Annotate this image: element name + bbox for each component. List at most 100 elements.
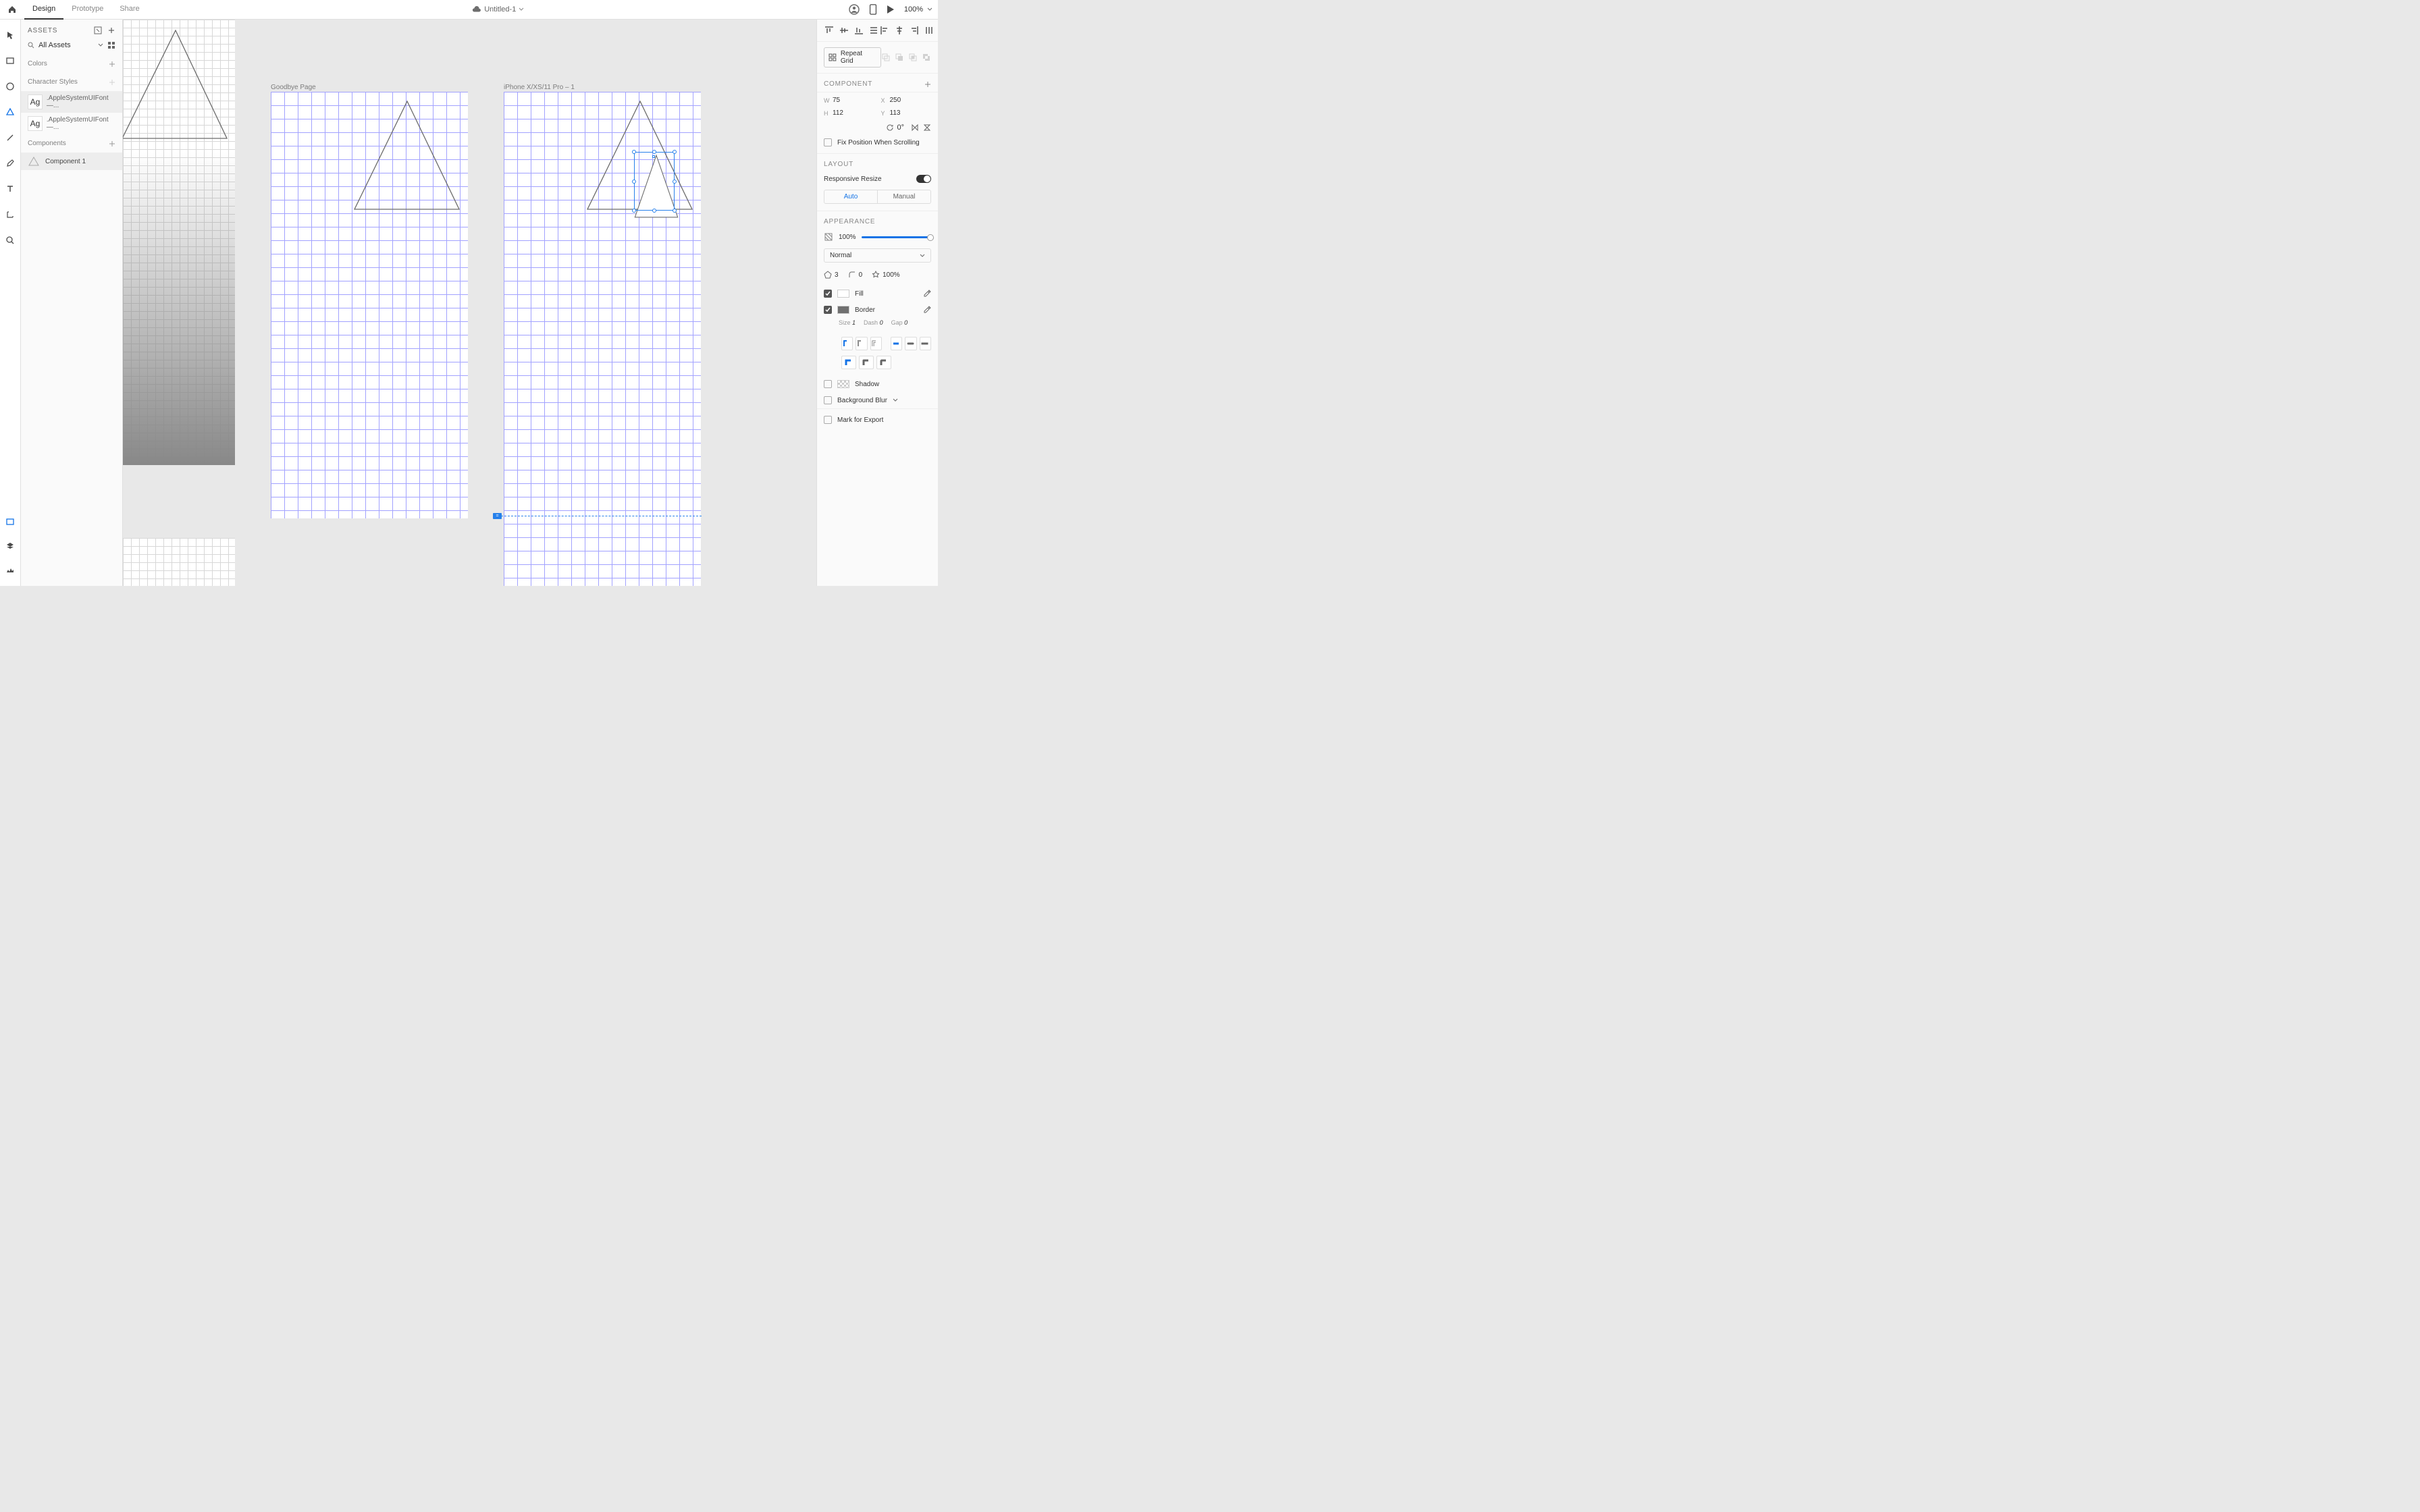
pen-tool[interactable] [3, 156, 18, 171]
border-swatch[interactable] [837, 306, 849, 314]
repeat-grid-button[interactable]: Repeat Grid [824, 47, 881, 68]
shadow-swatch[interactable] [837, 380, 849, 388]
assets-filter-dropdown[interactable]: All Assets [38, 41, 103, 49]
selection-handle[interactable] [652, 150, 656, 154]
plus-icon[interactable] [109, 79, 115, 86]
zoom-control[interactable]: 100% [904, 5, 932, 14]
selection-box[interactable] [634, 152, 675, 211]
home-icon[interactable] [5, 3, 19, 16]
opacity-slider[interactable] [862, 236, 931, 238]
eyedropper-icon[interactable] [923, 306, 931, 314]
character-style-item[interactable]: Ag .AppleSystemUIFont —... [21, 113, 122, 134]
tab-design[interactable]: Design [24, 0, 63, 20]
plus-icon[interactable] [924, 81, 931, 88]
selection-handle[interactable] [632, 180, 636, 184]
artboard-label[interactable]: iPhone X/XS/11 Pro – 1 [504, 84, 575, 91]
document-title[interactable]: Untitled-1 [148, 5, 849, 14]
eyedropper-icon[interactable] [923, 290, 931, 298]
select-tool[interactable] [3, 28, 18, 43]
stroke-outer-icon[interactable] [870, 337, 882, 350]
blend-mode-dropdown[interactable]: Normal [824, 248, 931, 263]
artboard-goodbye[interactable] [271, 92, 468, 518]
cap-round-icon[interactable] [905, 337, 916, 350]
triangle-shape[interactable] [271, 92, 468, 227]
flip-v-icon[interactable] [923, 124, 931, 132]
bool-union-icon[interactable] [881, 53, 891, 62]
align-right-icon[interactable] [909, 25, 920, 36]
bool-exclude-icon[interactable] [922, 53, 931, 62]
star-ratio-field[interactable]: 100% [872, 271, 900, 279]
distribute-v-icon[interactable] [868, 25, 879, 36]
distribute-h-icon[interactable] [924, 25, 935, 36]
assets-title: ASSETS [28, 27, 57, 34]
component-item[interactable]: Component 1 [21, 153, 122, 170]
line-tool[interactable] [3, 130, 18, 145]
text-tool[interactable] [3, 182, 18, 196]
bool-subtract-icon[interactable] [895, 53, 904, 62]
artboard-tool[interactable] [3, 207, 18, 222]
flip-h-icon[interactable] [911, 124, 919, 132]
selection-handle[interactable] [673, 209, 677, 213]
avatar-icon[interactable] [849, 4, 860, 15]
plus-icon[interactable] [107, 26, 115, 34]
shadow-checkbox[interactable] [824, 380, 832, 388]
join-bevel-icon[interactable] [876, 356, 891, 369]
rotation-field[interactable]: 0° [886, 124, 904, 132]
polygon-sides-field[interactable]: 3 [824, 271, 839, 279]
export-checkbox[interactable] [824, 416, 832, 424]
fix-position-checkbox[interactable] [824, 138, 832, 146]
selection-handle[interactable] [673, 150, 677, 154]
align-left-icon[interactable] [879, 25, 890, 36]
artboard-label[interactable]: Goodbye Page [271, 84, 316, 91]
rectangle-tool[interactable] [3, 53, 18, 68]
responsive-toggle[interactable] [916, 175, 931, 183]
tab-share[interactable]: Share [111, 0, 147, 20]
width-field[interactable]: W75 [824, 97, 874, 104]
device-icon[interactable] [869, 4, 877, 15]
fill-swatch[interactable] [837, 290, 849, 298]
zoom-tool[interactable] [3, 233, 18, 248]
bool-intersect-icon[interactable] [908, 53, 918, 62]
cap-square-icon[interactable] [920, 337, 931, 350]
height-field[interactable]: H112 [824, 109, 874, 117]
ellipse-tool[interactable] [3, 79, 18, 94]
align-hcenter-icon[interactable] [894, 25, 905, 36]
canvas[interactable]: Goodbye Page iPhone X/XS/11 Pro – 1 = [123, 20, 816, 586]
plus-icon[interactable] [109, 140, 115, 147]
assets-panel-icon[interactable] [3, 514, 18, 529]
plugins-panel-icon[interactable] [3, 563, 18, 578]
stroke-inner-icon[interactable] [841, 337, 853, 350]
selection-handle[interactable] [652, 209, 656, 213]
join-miter-icon[interactable] [841, 356, 856, 369]
fill-checkbox[interactable] [824, 290, 832, 298]
layers-panel-icon[interactable] [3, 539, 18, 554]
layout-manual-tab[interactable]: Manual [877, 190, 930, 203]
stroke-center-icon[interactable] [856, 337, 867, 350]
align-bottom-icon[interactable] [853, 25, 864, 36]
layout-auto-tab[interactable]: Auto [824, 190, 877, 203]
y-field[interactable]: Y113 [881, 109, 932, 117]
tab-prototype[interactable]: Prototype [63, 0, 111, 20]
align-top-icon[interactable] [824, 25, 835, 36]
x-field[interactable]: X250 [881, 97, 932, 104]
component-title: COMPONENT [824, 80, 872, 88]
selection-handle[interactable] [632, 209, 636, 213]
triangle-shape[interactable] [123, 20, 235, 141]
align-vcenter-icon[interactable] [839, 25, 849, 36]
cap-butt-icon[interactable] [891, 337, 902, 350]
play-icon[interactable] [887, 5, 895, 14]
selection-center[interactable] [652, 155, 655, 158]
corner-radius-field[interactable]: 0 [848, 271, 863, 279]
selection-handle[interactable] [632, 150, 636, 154]
border-checkbox[interactable] [824, 306, 832, 314]
blur-checkbox[interactable] [824, 396, 832, 404]
chevron-down-icon[interactable] [893, 398, 898, 403]
plus-icon[interactable] [109, 61, 115, 68]
join-round-icon[interactable] [859, 356, 874, 369]
selection-handle[interactable] [673, 180, 677, 184]
star-icon [872, 271, 880, 279]
character-style-item[interactable]: Ag .AppleSystemUIFont —... [21, 91, 122, 113]
polygon-tool[interactable] [3, 105, 18, 119]
grid-view-icon[interactable] [107, 41, 115, 49]
library-link-icon[interactable] [94, 26, 102, 34]
